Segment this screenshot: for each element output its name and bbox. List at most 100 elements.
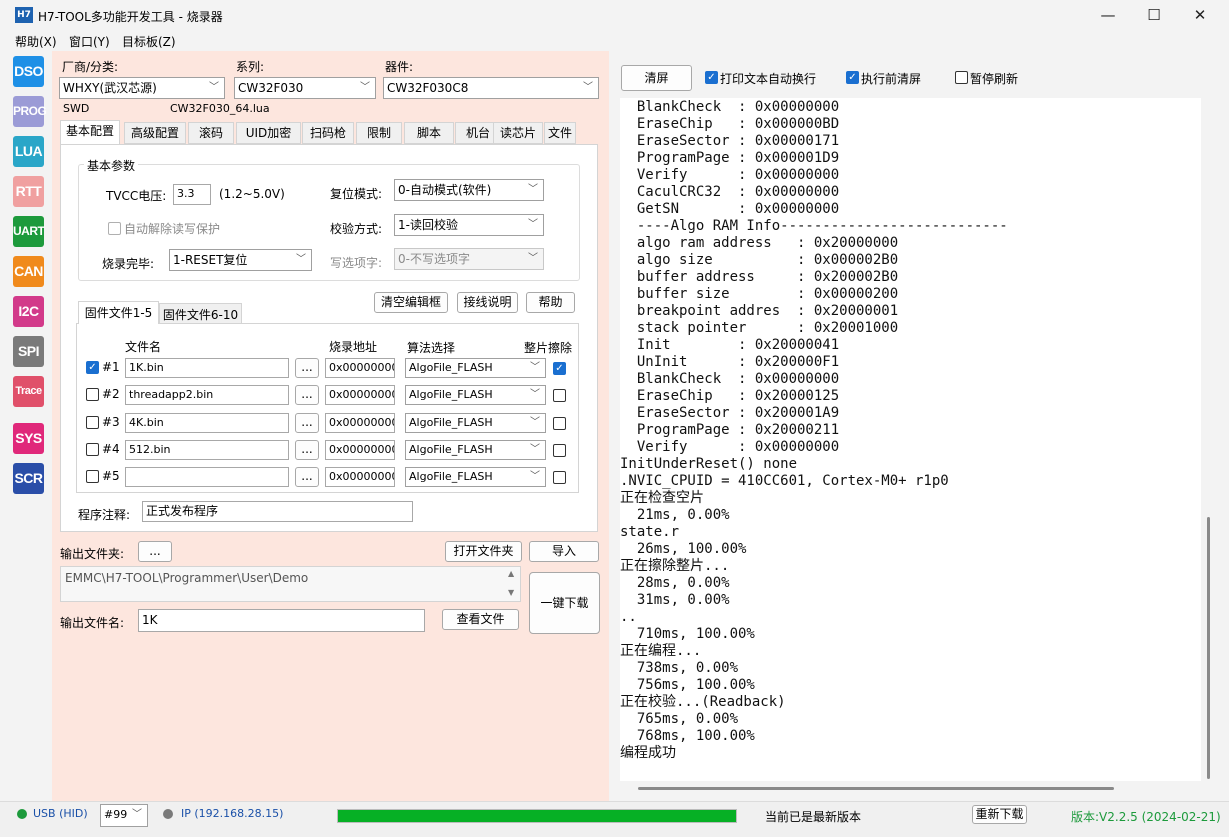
firmware-file-input[interactable] <box>125 467 289 488</box>
tab-item-5[interactable]: 限制 <box>356 122 402 144</box>
auto-wrap-checkbox[interactable]: ✓ <box>705 71 718 84</box>
tab-item-3[interactable]: UID加密 <box>236 122 301 144</box>
open-folder-button[interactable]: 打开文件夹 <box>445 541 522 562</box>
firmware-address-input[interactable]: 0x00000000 <box>325 467 395 488</box>
firmware-browse-button[interactable]: ... <box>295 467 319 488</box>
menu-target-board[interactable]: 目标板(Z) <box>122 33 176 50</box>
firmware-algorithm-select[interactable]: AlgoFile_FLASH ﹀ <box>405 412 546 433</box>
view-file-button[interactable]: 查看文件 <box>442 609 519 630</box>
firmware-algorithm-select[interactable]: AlgoFile_FLASH ﹀ <box>405 467 546 488</box>
firmware-address-input[interactable]: 0x00000000 <box>325 412 395 433</box>
tab-item-8[interactable]: 读芯片 <box>493 122 543 144</box>
firmware-address-input[interactable]: 0x00000000 <box>325 358 395 378</box>
firmware-file-input[interactable]: 512.bin <box>125 439 289 460</box>
console-line: 正在检查空片 <box>620 490 704 506</box>
tab-item-6[interactable]: 脚本 <box>404 122 454 144</box>
firmware-chip-erase-checkbox[interactable] <box>553 389 566 403</box>
side-button-lua[interactable]: LUA <box>13 136 44 167</box>
firmware-algorithm-select[interactable]: AlgoFile_FLASH ﹀ <box>405 439 546 460</box>
device-id-select[interactable]: #99 ﹀ <box>100 804 148 827</box>
firmware-chip-erase-checkbox[interactable] <box>553 416 566 430</box>
firmware-enable-checkbox[interactable]: ✓ <box>86 361 99 374</box>
maximize-button[interactable]: ☐ <box>1131 0 1177 31</box>
side-button-prog[interactable]: PROG <box>13 96 47 127</box>
help-button[interactable]: 帮助 <box>526 292 575 313</box>
reset-select[interactable]: 0-自动模式(软件) ﹀ <box>394 179 544 201</box>
one-click-download-button[interactable]: 一键下载 <box>529 572 600 634</box>
clear-before-run-checkbox[interactable]: ✓ <box>846 71 859 84</box>
side-button-sys[interactable]: SYS <box>13 423 44 454</box>
firmware-chip-erase-checkbox[interactable]: ✓ <box>553 362 566 375</box>
scroll-down-icon[interactable]: ▼ <box>508 588 514 597</box>
tab-basic-config[interactable]: 基本配置 <box>60 120 120 144</box>
firmware-browse-button[interactable]: ... <box>295 412 319 433</box>
side-button-scr[interactable]: SCR <box>13 463 44 494</box>
firmware-chip-erase-checkbox[interactable] <box>553 471 566 485</box>
chevron-down-icon: ﹀ <box>530 443 540 455</box>
output-folder-browse-button[interactable]: ... <box>138 541 172 562</box>
side-button-uart[interactable]: UART <box>13 216 45 247</box>
tab-item-9[interactable]: 文件 <box>544 122 576 144</box>
clear-buffer-button[interactable]: 清空编辑框 <box>374 292 448 313</box>
firmware-chip-erase-checkbox[interactable] <box>553 443 566 457</box>
firmware-file-input[interactable]: 4K.bin <box>125 412 289 433</box>
firmware-enable-checkbox[interactable] <box>86 415 99 429</box>
pause-refresh-checkbox[interactable] <box>955 71 968 84</box>
tab-item-4[interactable]: 扫码枪 <box>302 122 354 144</box>
series-select[interactable]: CW32F030 ﹀ <box>234 77 376 99</box>
firmware-browse-button[interactable]: ... <box>295 358 319 378</box>
note-input[interactable]: 正式发布程序 <box>142 501 413 522</box>
tab-firmware-1-5[interactable]: 固件文件1-5 <box>78 301 159 324</box>
tab-item-2[interactable]: 滚码 <box>188 122 234 144</box>
side-button-dso[interactable]: DSO <box>13 56 44 87</box>
side-button-trace[interactable]: Trace <box>13 376 44 407</box>
console-line: Verify : 0x00000000 <box>620 439 840 455</box>
menu-help[interactable]: 帮助(X) <box>15 33 57 50</box>
menu-window[interactable]: 窗口(Y) <box>69 33 110 50</box>
scroll-up-icon[interactable]: ▲ <box>508 569 514 578</box>
minimize-button[interactable]: — <box>1085 0 1131 31</box>
verify-select[interactable]: 1-读回校验 ﹀ <box>394 214 544 236</box>
firmware-row-id: #3 <box>102 414 120 429</box>
side-button-i2c[interactable]: I2C <box>13 296 44 327</box>
output-file-input[interactable]: 1K <box>138 609 425 632</box>
console-output[interactable]: BlankCheck : 0x00000000 EraseChip : 0x00… <box>620 98 1201 781</box>
firmware-file-input[interactable]: threadapp2.bin <box>125 385 289 406</box>
vendor-select[interactable]: WHXY(武汉芯源) ﹀ <box>59 77 225 99</box>
firmware-enable-checkbox[interactable] <box>86 470 99 484</box>
firmware-algorithm-select[interactable]: AlgoFile_FLASH ﹀ <box>405 385 546 406</box>
firmware-browse-button[interactable]: ... <box>295 439 319 460</box>
console-line: 738ms, 0.00% <box>620 660 739 676</box>
option-select[interactable]: 0-不写选项字 ﹀ <box>394 248 544 270</box>
redownload-button[interactable]: 重新下载 <box>972 805 1027 824</box>
device-value: CW32F030C8 <box>387 81 469 95</box>
firmware-algorithm-select[interactable]: AlgoFile_FLASH ﹀ <box>405 358 546 378</box>
note-label: 程序注释: <box>78 508 131 522</box>
side-button-rtt[interactable]: RTT <box>13 176 44 207</box>
device-id-value: #99 <box>104 808 128 821</box>
firmware-enable-checkbox[interactable] <box>86 442 99 456</box>
firmware-address-input[interactable]: 0x00000000 <box>325 439 395 460</box>
clear-screen-button[interactable]: 清屏 <box>621 65 692 91</box>
firmware-file-input[interactable]: 1K.bin <box>125 358 289 378</box>
tab-item-1[interactable]: 高级配置 <box>124 122 186 144</box>
console-vertical-scroll-thumb[interactable] <box>1207 517 1210 779</box>
firmware-enable-checkbox[interactable] <box>86 388 99 402</box>
device-select[interactable]: CW32F030C8 ﹀ <box>383 77 599 99</box>
tvcc-input[interactable]: 3.3 <box>173 184 211 205</box>
auto-unprotect-checkbox[interactable] <box>108 222 121 235</box>
firmware-browse-button[interactable]: ... <box>295 385 319 406</box>
chevron-down-icon: ﹀ <box>528 219 538 230</box>
wiring-help-button[interactable]: 接线说明 <box>457 292 518 313</box>
download-progress-fill <box>338 810 736 822</box>
console-line: ----Algo RAM Info-----------------------… <box>620 218 1008 234</box>
console-horizontal-scroll-thumb[interactable] <box>638 787 1114 790</box>
side-button-spi[interactable]: SPI <box>13 336 44 367</box>
firmware-address-input[interactable]: 0x00000000 <box>325 385 395 406</box>
done-select[interactable]: 1-RESET复位 ﹀ <box>169 249 312 271</box>
side-button-can[interactable]: CAN <box>13 256 44 287</box>
close-button[interactable]: ✕ <box>1177 0 1223 31</box>
console-line: 31ms, 0.00% <box>620 592 730 608</box>
tab-firmware-6-10[interactable]: 固件文件6-10 <box>159 303 242 324</box>
import-button[interactable]: 导入 <box>529 541 599 562</box>
